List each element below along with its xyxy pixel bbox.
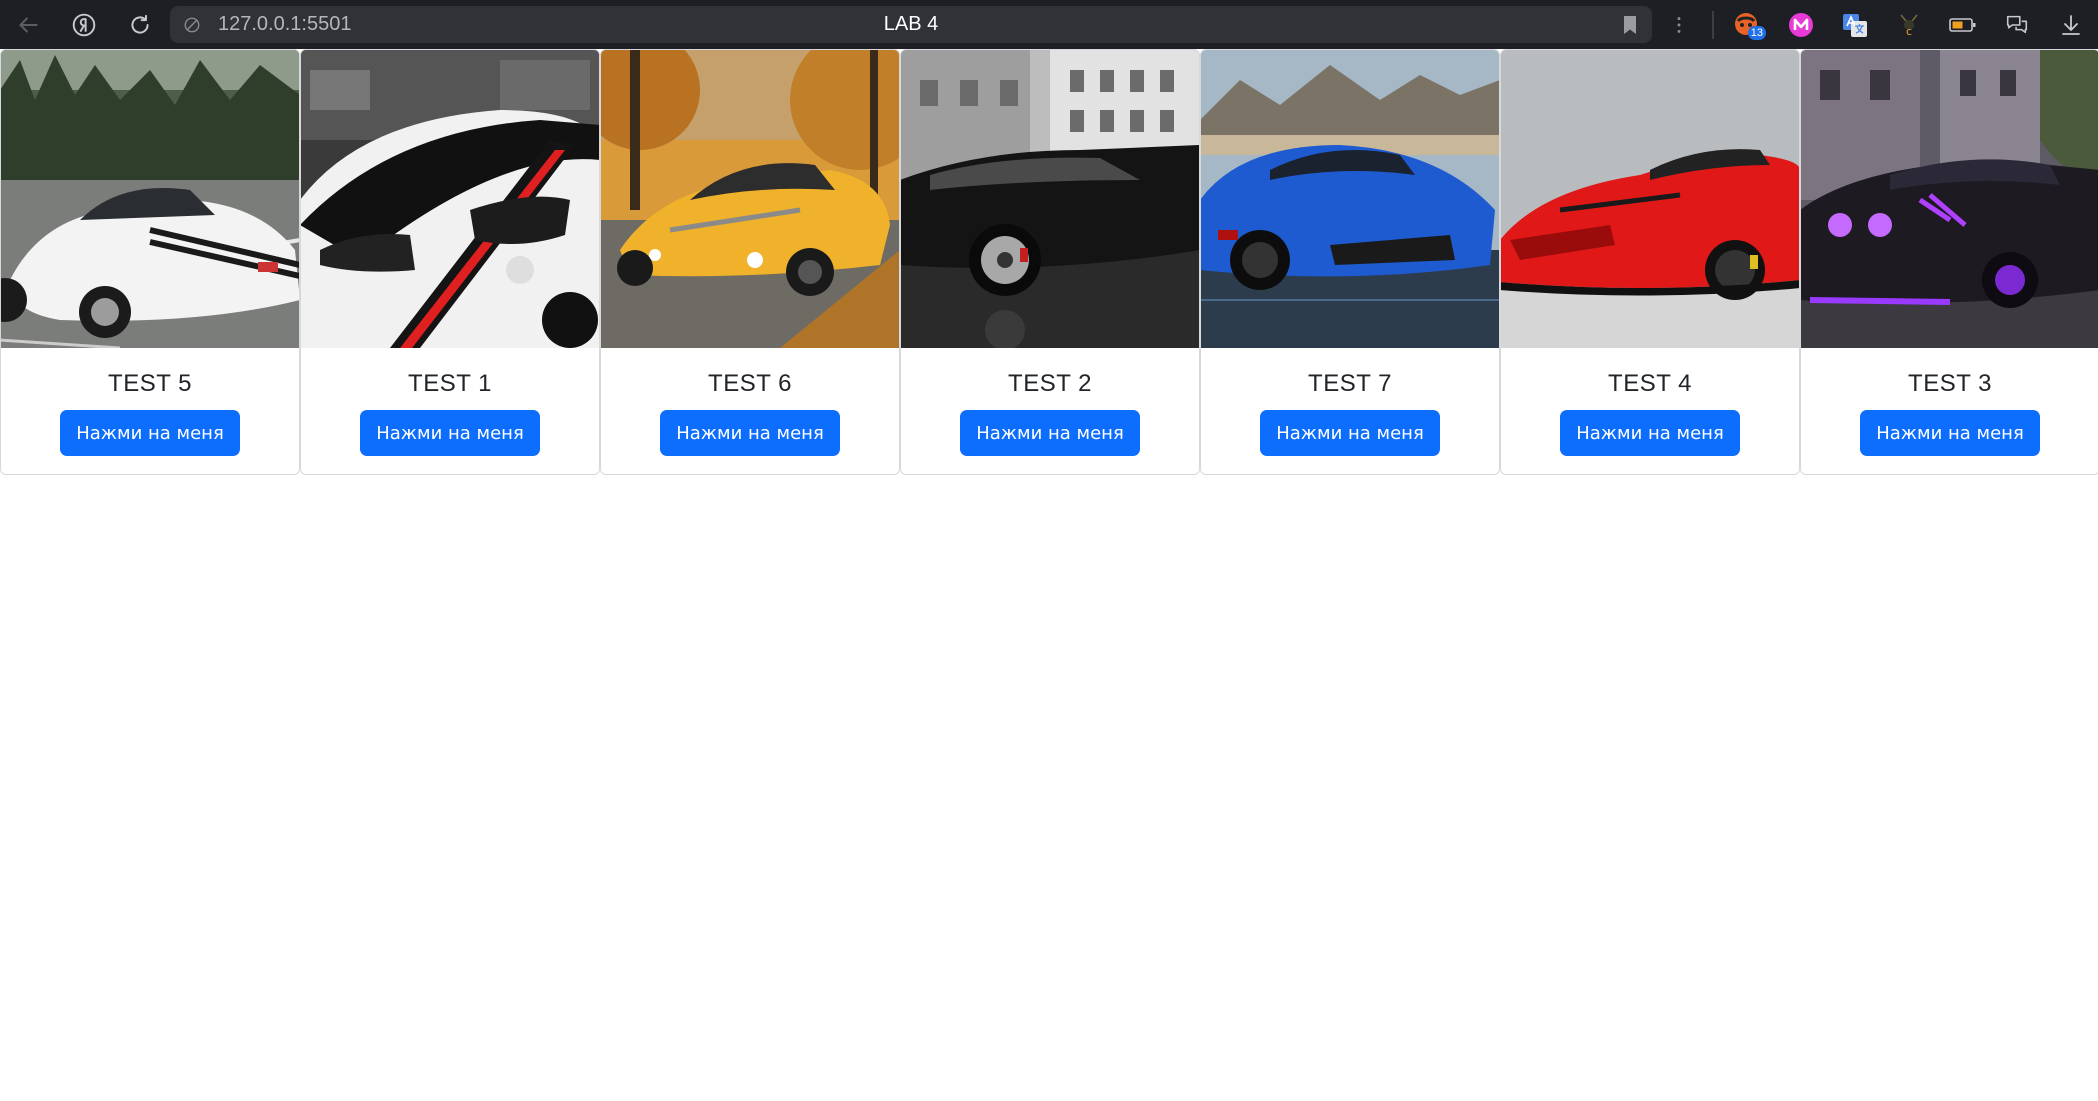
card-button[interactable]: Нажми на меня [960,410,1140,456]
card-button[interactable]: Нажми на меня [1860,410,2040,456]
card-title: TEST 1 [408,370,492,397]
back-button[interactable] [0,0,56,49]
battery-saver-button[interactable] [1936,0,1990,49]
card-button[interactable]: Нажми на меня [60,410,240,456]
url-text: 127.0.0.1:5501 [218,13,352,35]
card: TEST 4 Нажми на меня [1500,49,1800,475]
arrow-left-icon [19,17,38,32]
cards-row: TEST 5 Нажми на меня TEST 1 Нажми на мен… [0,49,2098,475]
svg-text:c: c [1906,25,1912,38]
more-menu-button[interactable] [1652,0,1706,49]
extension-c-button[interactable]: c [1882,0,1936,49]
yandex-home-button[interactable] [56,0,112,49]
card: TEST 7 Нажми на меня [1200,49,1500,475]
card-title: TEST 4 [1608,370,1692,397]
address-bar[interactable]: 127.0.0.1:5501 LAB 4 [170,6,1652,43]
site-info-icon[interactable] [182,15,202,35]
card-button[interactable]: Нажми на меня [1560,410,1740,456]
car-image [1201,50,1499,348]
card-button[interactable]: Нажми на меня [660,410,840,456]
toolbar-right: 13 c [1652,0,2098,49]
toolbar-divider [1712,10,1714,39]
yandex-logo-icon [72,13,96,36]
chat-bubbles-icon [2006,15,2028,33]
downloads-button[interactable] [2044,0,2098,49]
sidebar-chat-button[interactable] [1990,0,2044,49]
extension-translate-button[interactable] [1828,0,1882,49]
m-logo-icon [1789,12,1813,37]
page-title: LAB 4 [883,13,939,35]
translate-icon [1843,13,1867,37]
card-title: TEST 3 [1908,370,1992,397]
car-image [1,50,299,348]
card-title: TEST 2 [1008,370,1092,397]
card: TEST 6 Нажми на меня [600,49,900,475]
card: TEST 3 Нажми на меня [1800,49,2098,475]
battery-icon [1949,17,1976,32]
card-title: TEST 7 [1308,370,1392,397]
download-icon [2062,14,2080,35]
card-button[interactable]: Нажми на меня [1260,410,1440,456]
kebab-menu-icon [1677,16,1681,33]
bookmark-icon[interactable] [1620,14,1640,36]
card-title: TEST 6 [708,370,792,397]
browser-toolbar: 127.0.0.1:5501 LAB 4 13 c [0,0,2098,49]
car-image [901,50,1199,348]
reload-button[interactable] [112,0,168,49]
card: TEST 2 Нажми на меня [900,49,1200,475]
card-title: TEST 5 [108,370,192,397]
bee-extension-icon: c [1900,14,1918,38]
extension-badge: 13 [1747,26,1766,40]
extension-ublock-button[interactable]: 13 [1720,0,1774,49]
extension-m-button[interactable] [1774,0,1828,49]
car-image [1501,50,1799,348]
car-image [601,50,899,348]
card: TEST 1 Нажми на меня [300,49,600,475]
car-image [1801,50,2098,348]
reload-icon [131,14,149,33]
card-button[interactable]: Нажми на меня [360,410,540,456]
card: TEST 5 Нажми на меня [0,49,300,475]
car-image [301,50,599,348]
